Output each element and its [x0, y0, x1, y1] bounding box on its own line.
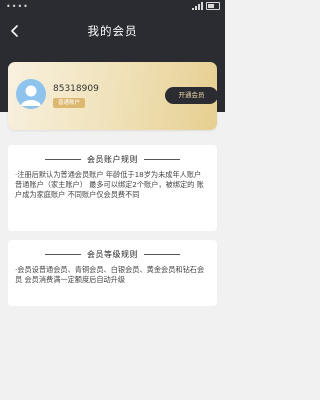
- status-bar: ••••: [0, 0, 225, 14]
- user-id: 85318909: [53, 84, 99, 94]
- level-rules-body: ·会员设普通会员、青铜会员、白银会员、黄金会员和钻石会员 会员消费满一定额度后自…: [15, 265, 205, 284]
- account-rules-panel: 会员账户规则 ·注册后默认为普通会员账户 年龄低于18岁为未成年人账户 普通账户…: [8, 145, 217, 231]
- status-bar-right: [192, 2, 220, 10]
- member-card: 85318909 普通账户 开通会员: [8, 62, 218, 130]
- level-rules-title: 会员等级规则: [87, 249, 138, 259]
- level-rules-panel: 会员等级规则 ·会员设普通会员、青铜会员、白银会员、黄金会员和钻石会员 会员消费…: [8, 240, 217, 306]
- page-title: 我的会员: [87, 24, 138, 38]
- signal-icon: [192, 2, 203, 10]
- account-rules-header: 会员账户规则: [8, 153, 217, 165]
- avatar: [16, 79, 46, 109]
- account-rules-body: ·注册后默认为普通会员账户 年龄低于18岁为未成年人账户 普通账户（家主账户） …: [15, 170, 204, 199]
- divider: [144, 253, 180, 255]
- divider: [144, 158, 180, 160]
- battery-icon: [206, 2, 220, 10]
- status-bar-left: ••••: [6, 2, 29, 11]
- divider: [45, 158, 81, 160]
- divider: [45, 253, 81, 255]
- level-rules-header: 会员等级规则: [8, 248, 217, 260]
- open-membership-button[interactable]: 开通会员: [165, 87, 218, 104]
- nav-bar: 我的会员: [0, 17, 225, 47]
- account-rules-title: 会员账户规则: [87, 154, 138, 164]
- account-type-badge: 普通账户: [53, 98, 85, 108]
- user-avatar-icon: [21, 85, 41, 106]
